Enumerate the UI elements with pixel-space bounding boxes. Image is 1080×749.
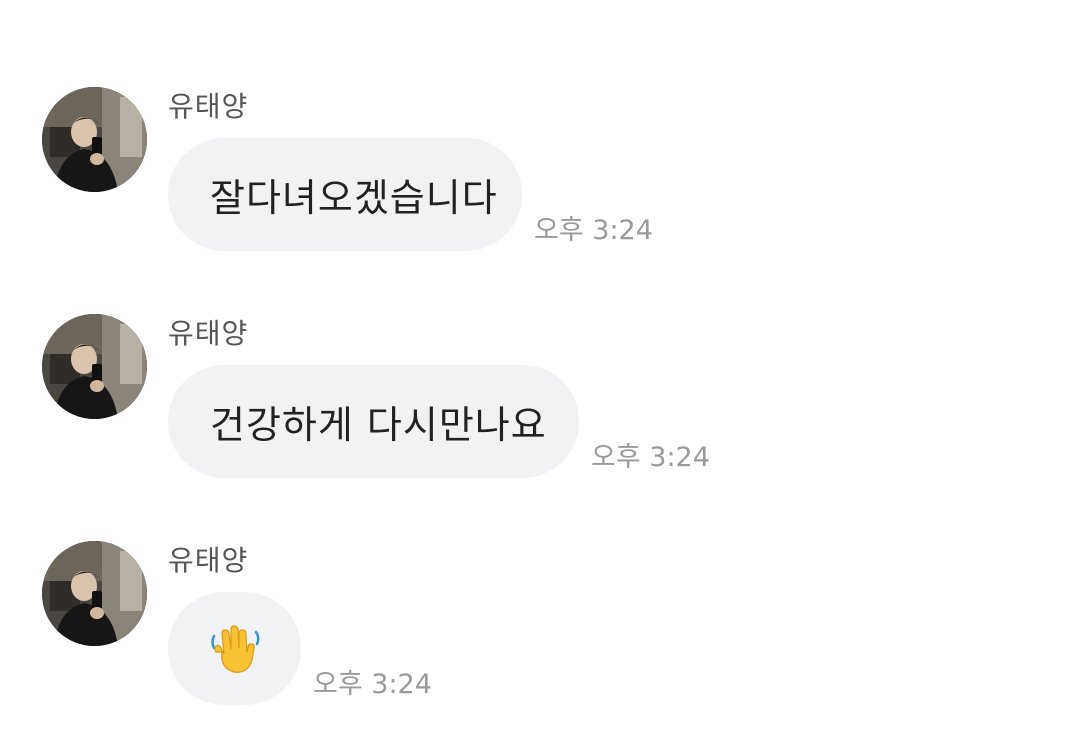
avatar[interactable] <box>42 314 147 419</box>
sender-name: 유태양 <box>168 90 249 123</box>
profile-photo <box>42 541 147 646</box>
message-row: 유태양 건강하게 다시만나요 오후 3:24 <box>0 314 1080 494</box>
message-bubble[interactable]: 건강하게 다시만나요 <box>168 365 579 478</box>
sender-name: 유태양 <box>168 544 249 577</box>
message-bubble[interactable]: 잘다녀오겠습니다 <box>168 138 522 251</box>
chat-message-list: 유태양 잘다녀오겠습니다 오후 3:24 유태양 건강하게 다시만나요 오후 3… <box>0 0 1080 749</box>
avatar[interactable] <box>42 541 147 646</box>
message-timestamp: 오후 3:24 <box>313 669 432 700</box>
waving-hand-icon <box>208 622 262 676</box>
avatar[interactable] <box>42 87 147 192</box>
message-row: 유태양 잘다녀오겠습니다 오후 3:24 <box>0 87 1080 267</box>
sender-name: 유태양 <box>168 317 249 350</box>
message-timestamp: 오후 3:24 <box>591 442 710 473</box>
profile-photo <box>42 87 147 192</box>
message-bubble[interactable] <box>168 592 301 705</box>
profile-photo <box>42 314 147 419</box>
message-timestamp: 오후 3:24 <box>534 215 653 246</box>
message-row: 유태양 오후 3:24 <box>0 541 1080 721</box>
